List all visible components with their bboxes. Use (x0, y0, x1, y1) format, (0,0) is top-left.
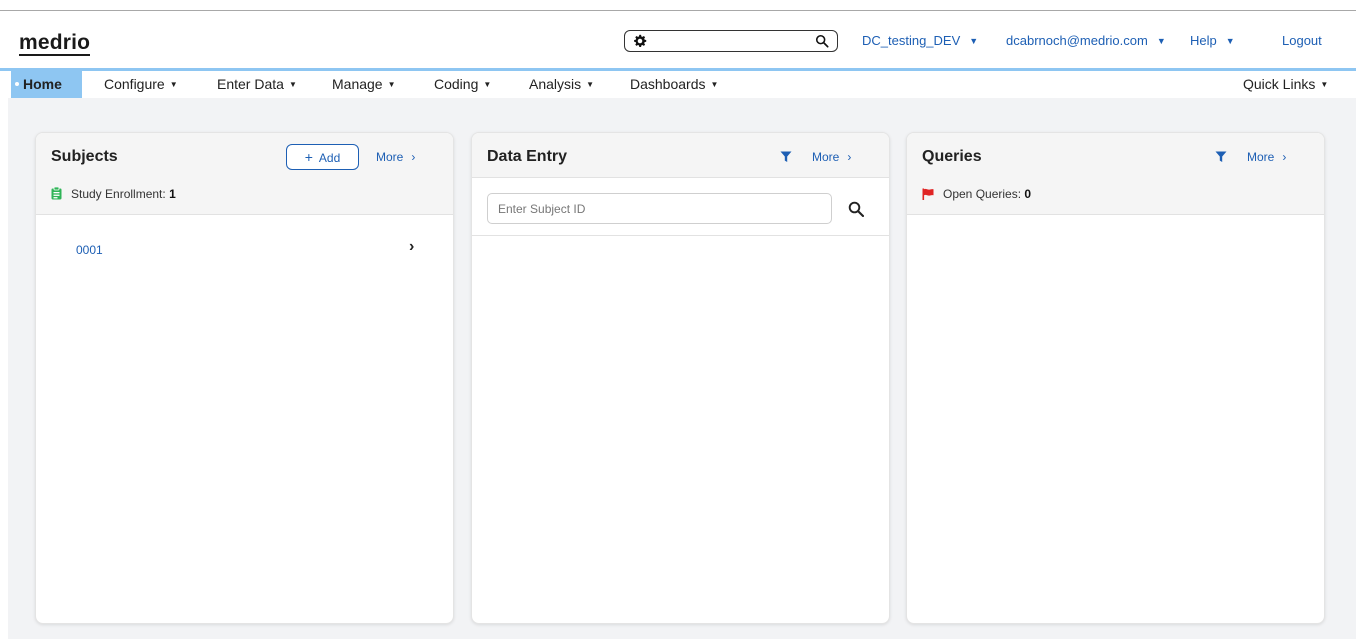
queries-more-link[interactable]: More › (1247, 150, 1286, 164)
help-menu[interactable]: Help ▼ (1190, 33, 1235, 48)
caret-down-icon: ▼ (1320, 80, 1329, 89)
caret-down-icon: ▼ (586, 80, 595, 89)
dashboard-content: Subjects + Add More › Study Enrollment: 1 … (8, 98, 1356, 639)
caret-down-icon: ▼ (483, 80, 492, 89)
main-nav: Home Configure ▼ Enter Data ▼ Manage ▼ Codi… (0, 68, 1356, 98)
subject-id-search-row (472, 178, 889, 236)
plus-icon: + (304, 149, 313, 165)
open-queries-count: 0 (1024, 187, 1032, 201)
caret-down-icon: ▼ (288, 80, 297, 89)
caret-down-icon: ▼ (169, 80, 178, 89)
nav-dashboards[interactable]: Dashboards ▼ (630, 71, 718, 98)
queries-panel-header: Queries More › Open Queries: 0 (907, 133, 1324, 215)
caret-down-icon: ▼ (1156, 36, 1166, 46)
chevron-right-icon[interactable]: › (409, 238, 414, 256)
clipboard-icon (51, 187, 62, 200)
data-entry-panel-header: Data Entry More › (472, 133, 889, 178)
enrollment-count: 1 (169, 187, 176, 201)
data-entry-panel: Data Entry More › (471, 132, 890, 624)
gear-icon[interactable] (633, 34, 647, 48)
study-selector[interactable]: DC_testing_DEV ▼ (862, 33, 978, 48)
user-menu[interactable]: dcabrnoch@medrio.com ▼ (1006, 33, 1166, 48)
flag-icon (922, 188, 934, 200)
nav-manage[interactable]: Manage ▼ (332, 71, 396, 98)
global-search-box[interactable] (624, 30, 838, 52)
caret-down-icon: ▼ (969, 36, 979, 46)
chevron-right-icon: › (847, 150, 852, 164)
nav-configure[interactable]: Configure ▼ (104, 71, 178, 98)
add-subject-button[interactable]: + Add (286, 144, 359, 170)
subject-link-0001[interactable]: 0001 (76, 243, 103, 257)
search-icon[interactable] (848, 201, 864, 217)
subjects-panel-header: Subjects + Add More › Study Enrollment: 1 (36, 133, 453, 215)
nav-quick-links[interactable]: Quick Links ▼ (1243, 71, 1328, 98)
caret-down-icon: ▼ (710, 80, 719, 89)
chevron-right-icon: › (411, 150, 416, 164)
header: medrio DC_testing_DEV ▼ dcabrnoch@medrio.… (0, 11, 1356, 68)
subjects-panel: Subjects + Add More › Study Enrollment: 1 … (35, 132, 454, 624)
chevron-right-icon: › (1282, 150, 1287, 164)
medrio-logo[interactable]: medrio (19, 31, 91, 56)
open-queries: Open Queries: 0 (922, 187, 1031, 201)
filter-icon[interactable] (1215, 151, 1227, 163)
subject-id-input[interactable] (487, 193, 832, 224)
queries-title: Queries (922, 148, 982, 165)
data-entry-more-link[interactable]: More › (812, 150, 851, 164)
active-dot (15, 82, 19, 86)
nav-analysis[interactable]: Analysis ▼ (529, 71, 594, 98)
study-enrollment: Study Enrollment: 1 (51, 187, 176, 201)
nav-home[interactable]: Home (11, 71, 82, 98)
subjects-more-link[interactable]: More › (376, 150, 415, 164)
logout-link[interactable]: Logout (1282, 33, 1322, 48)
nav-enter-data[interactable]: Enter Data ▼ (217, 71, 297, 98)
caret-down-icon: ▼ (387, 80, 396, 89)
queries-panel: Queries More › Open Queries: 0 (906, 132, 1325, 624)
search-icon[interactable] (815, 34, 829, 48)
nav-coding[interactable]: Coding ▼ (434, 71, 491, 98)
subjects-title: Subjects (51, 148, 118, 165)
caret-down-icon: ▼ (1225, 36, 1235, 46)
data-entry-title: Data Entry (487, 148, 568, 165)
filter-icon[interactable] (780, 151, 792, 163)
